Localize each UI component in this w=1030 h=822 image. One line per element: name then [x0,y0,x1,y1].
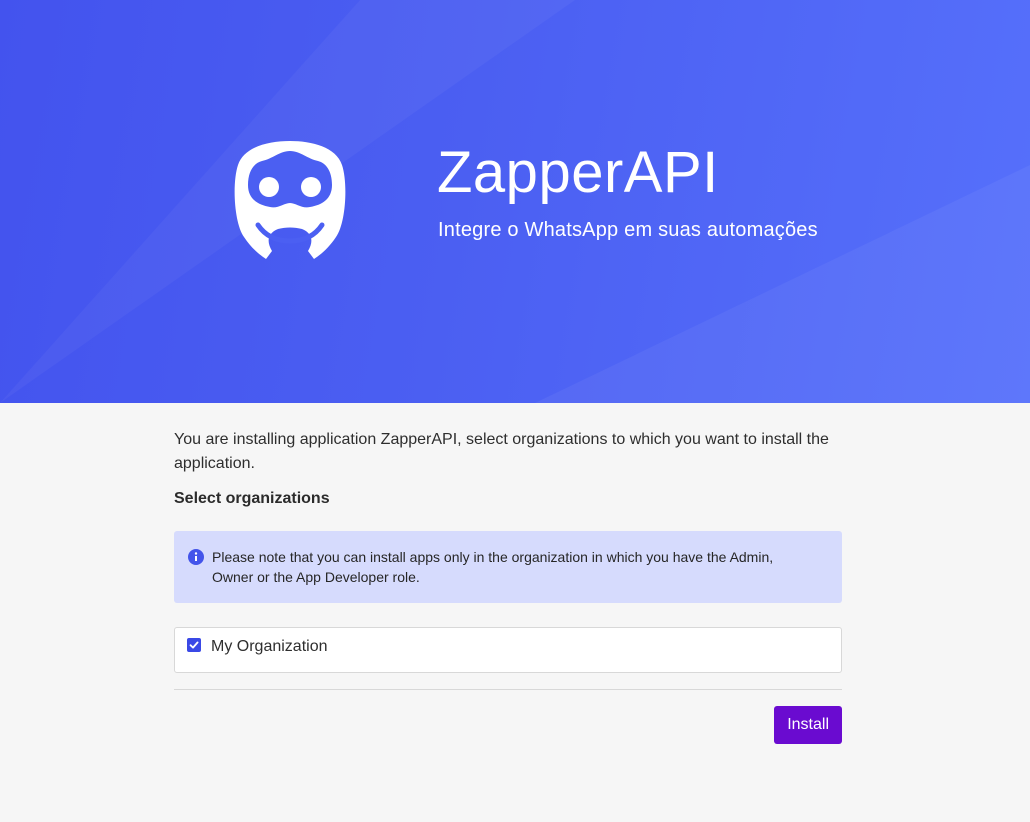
organization-label[interactable]: My Organization [211,636,328,658]
app-subtitle: Integre o WhatsApp em suas automações [438,219,818,241]
info-icon [188,549,204,565]
notice-text: Please note that you can install apps on… [212,549,774,585]
divider [174,689,842,690]
app-title: ZapperAPI [437,140,719,205]
robot-face-icon [234,141,346,259]
install-button[interactable]: Install [774,706,842,744]
permission-notice: Please note that you can install apps on… [174,531,842,603]
install-intro-text: You are installing application ZapperAPI… [174,431,829,472]
hero-banner: ZapperAPI Integre o WhatsApp em suas aut… [0,0,1030,403]
install-panel: You are installing application ZapperAPI… [174,428,842,744]
organization-checkbox[interactable] [187,638,201,652]
organization-option[interactable]: My Organization [174,627,842,673]
section-title: Select organizations [174,490,330,507]
actions-row: Install [174,706,842,744]
checkmark-icon [189,641,199,649]
